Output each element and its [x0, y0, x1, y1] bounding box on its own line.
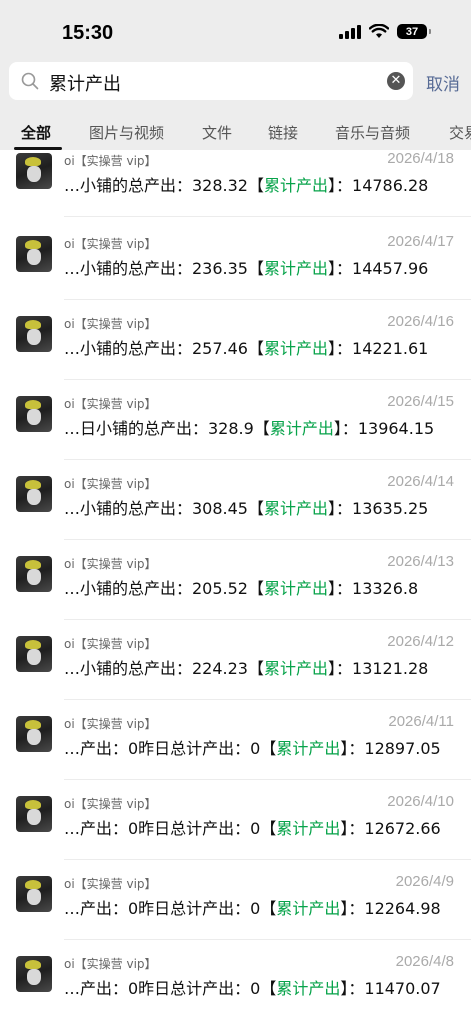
list-item[interactable]: oi【实操营 vip】 2026/4/11 …产出：0昨日总计产出：0【累计产出… [0, 707, 471, 787]
status-bar: 15:30 37 [0, 0, 471, 58]
sender-name: oi【实操营 vip】 [64, 957, 157, 971]
keyword-highlight: 累计产出 [269, 419, 334, 438]
cancel-button[interactable]: 取消 [426, 70, 460, 95]
sender-name: oi【实操营 vip】 [64, 877, 157, 891]
tab-images-videos[interactable]: 图片与视频 [89, 122, 164, 143]
message-snippet: …小铺的总产出：328.32【累计产出】：14786.28 [64, 176, 429, 195]
message-date: 2026/4/13 [387, 553, 454, 570]
message-date: 2026/4/11 [388, 713, 454, 730]
message-snippet: …小铺的总产出：236.35【累计产出】：14457.96 [64, 259, 429, 278]
sender-name: oi【实操营 vip】 [64, 237, 157, 251]
divider [64, 699, 471, 700]
list-item[interactable]: oi【实操营 vip】 2026/4/8 …产出：0昨日总计产出：0【累计产出】… [0, 947, 471, 1027]
divider [64, 216, 471, 217]
status-icons: 37 [339, 24, 431, 39]
avatar [16, 876, 52, 912]
divider [64, 619, 471, 620]
battery-icon: 37 [397, 24, 431, 39]
message-date: 2026/4/8 [395, 953, 454, 970]
cellular-signal-icon [339, 24, 361, 39]
keyword-highlight: 累计产出 [264, 499, 329, 518]
list-item[interactable]: oi【实操营 vip】 2026/4/17 …小铺的总产出：236.35【累计产… [0, 227, 471, 307]
status-time: 15:30 [62, 22, 114, 44]
divider [64, 299, 471, 300]
message-snippet: …日小铺的总产出：328.9【累计产出】：13964.15 [64, 419, 435, 438]
message-snippet: …小铺的总产出：308.45【累计产出】：13635.25 [64, 499, 429, 518]
message-date: 2026/4/18 [387, 150, 454, 167]
avatar [16, 956, 52, 992]
tab-music-audio[interactable]: 音乐与音频 [335, 122, 410, 143]
category-tabs: 全部 图片与视频 文件 链接 音乐与音频 交易 [0, 108, 471, 150]
divider [64, 539, 471, 540]
search-query: 累计产出 [49, 74, 121, 95]
avatar [16, 636, 52, 672]
avatar [16, 716, 52, 752]
tab-transactions[interactable]: 交易 [449, 122, 471, 143]
sender-name: oi【实操营 vip】 [64, 154, 157, 168]
avatar [16, 153, 52, 189]
list-item[interactable]: oi【实操营 vip】 2026/4/9 …产出：0昨日总计产出：0【累计产出】… [0, 867, 471, 947]
message-snippet: …小铺的总产出：205.52【累计产出】：13326.8 [64, 579, 419, 598]
avatar [16, 796, 52, 832]
sender-name: oi【实操营 vip】 [64, 717, 157, 731]
clear-icon[interactable]: ✕ [387, 72, 405, 90]
message-date: 2026/4/15 [387, 393, 454, 410]
divider [64, 779, 471, 780]
avatar [16, 316, 52, 352]
avatar [16, 476, 52, 512]
list-item[interactable]: oi【实操营 vip】 2026/4/16 …小铺的总产出：257.46【累计产… [0, 307, 471, 387]
avatar [16, 236, 52, 272]
tab-links[interactable]: 链接 [268, 122, 298, 143]
sender-name: oi【实操营 vip】 [64, 557, 157, 571]
list-item[interactable]: oi【实操营 vip】 2026/4/10 …产出：0昨日总计产出：0【累计产出… [0, 787, 471, 867]
avatar [16, 556, 52, 592]
message-snippet: …小铺的总产出：257.46【累计产出】：14221.61 [64, 339, 429, 358]
keyword-highlight: 累计产出 [264, 579, 329, 598]
divider [64, 859, 471, 860]
wifi-icon [369, 24, 389, 38]
keyword-highlight: 累计产出 [264, 339, 329, 358]
sender-name: oi【实操营 vip】 [64, 477, 157, 491]
list-item[interactable]: oi【实操营 vip】 2026/4/12 …小铺的总产出：224.23【累计产… [0, 627, 471, 707]
sender-name: oi【实操营 vip】 [64, 637, 157, 651]
search-bar: 累计产出 ✕ 取消 [0, 58, 471, 108]
divider [64, 379, 471, 380]
keyword-highlight: 累计产出 [276, 979, 341, 998]
list-item[interactable]: oi【实操营 vip】 2026/4/14 …小铺的总产出：308.45【累计产… [0, 467, 471, 547]
message-snippet: …产出：0昨日总计产出：0【累计产出】：12672.66 [64, 819, 441, 838]
message-snippet: …产出：0昨日总计产出：0【累计产出】：12264.98 [64, 899, 441, 918]
list-item[interactable]: oi【实操营 vip】 2026/4/18 …小铺的总产出：328.32【累计产… [0, 147, 471, 227]
message-snippet: …产出：0昨日总计产出：0【累计产出】：11470.07 [64, 979, 441, 998]
sender-name: oi【实操营 vip】 [64, 797, 157, 811]
sender-name: oi【实操营 vip】 [64, 397, 157, 411]
keyword-highlight: 累计产出 [276, 819, 341, 838]
message-snippet: …产出：0昨日总计产出：0【累计产出】：12897.05 [64, 739, 441, 758]
avatar [16, 396, 52, 432]
tab-all[interactable]: 全部 [21, 122, 51, 143]
search-input[interactable]: 累计产出 ✕ [9, 62, 413, 100]
message-date: 2026/4/14 [387, 473, 454, 490]
keyword-highlight: 累计产出 [264, 259, 329, 278]
message-date: 2026/4/12 [387, 633, 454, 650]
list-item[interactable]: oi【实操营 vip】 2026/4/13 …小铺的总产出：205.52【累计产… [0, 547, 471, 627]
keyword-highlight: 累计产出 [276, 739, 341, 758]
message-snippet: …小铺的总产出：224.23【累计产出】：13121.28 [64, 659, 429, 678]
keyword-highlight: 累计产出 [276, 899, 341, 918]
keyword-highlight: 累计产出 [264, 176, 329, 195]
message-date: 2026/4/10 [387, 793, 454, 810]
list-item[interactable]: oi【实操营 vip】 2026/4/15 …日小铺的总产出：328.9【累计产… [0, 387, 471, 467]
message-date: 2026/4/16 [387, 313, 454, 330]
divider [64, 939, 471, 940]
sender-name: oi【实操营 vip】 [64, 317, 157, 331]
tab-files[interactable]: 文件 [202, 122, 232, 143]
keyword-highlight: 累计产出 [264, 659, 329, 678]
divider [64, 459, 471, 460]
message-date: 2026/4/17 [387, 233, 454, 250]
message-date: 2026/4/9 [395, 873, 454, 890]
search-icon [21, 72, 39, 90]
